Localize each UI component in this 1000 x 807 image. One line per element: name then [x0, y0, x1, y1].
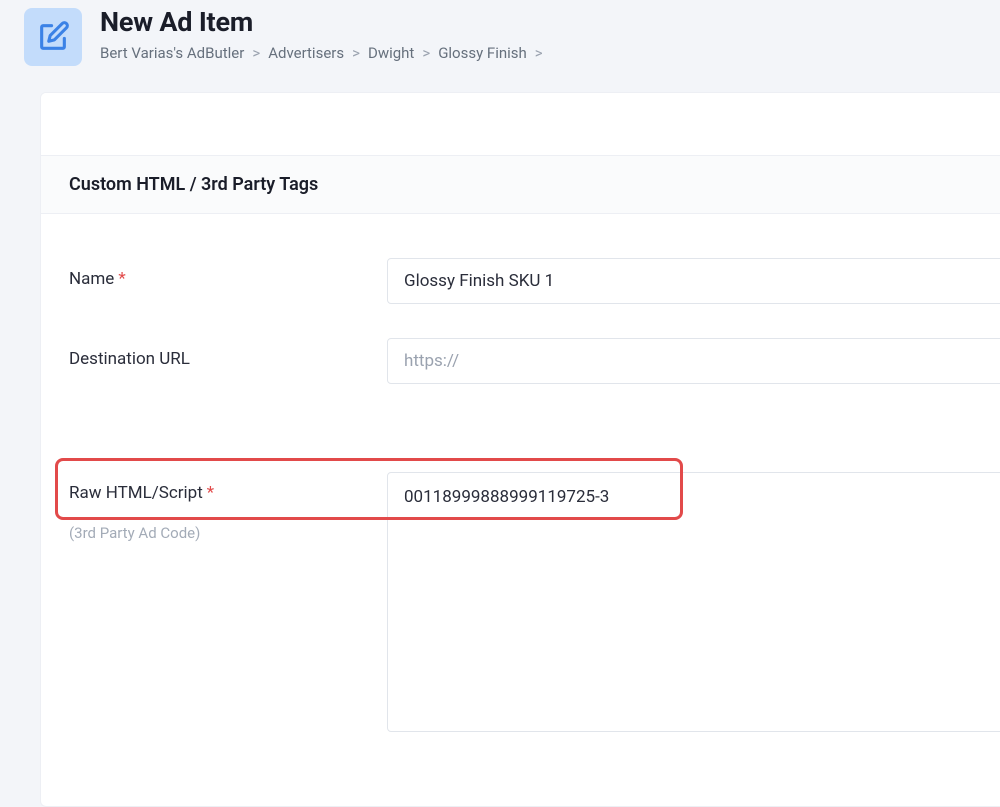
name-field[interactable] — [387, 258, 1000, 304]
breadcrumb: Bert Varias's AdButler > Advertisers > D… — [100, 44, 543, 62]
form-row-destination-url: Destination URL — [69, 338, 1000, 384]
breadcrumb-item[interactable]: Bert Varias's AdButler — [100, 44, 244, 62]
form-row-name: Name* — [69, 258, 1000, 304]
required-indicator: * — [207, 483, 214, 503]
breadcrumb-item[interactable]: Dwight — [368, 44, 414, 62]
chevron-right-icon: > — [535, 44, 543, 62]
form-row-raw-html: Raw HTML/Script* (3rd Party Ad Code) — [69, 472, 1000, 732]
destination-url-field[interactable] — [387, 338, 1000, 384]
breadcrumb-item[interactable]: Advertisers — [268, 44, 344, 62]
chevron-right-icon: > — [252, 44, 260, 62]
panel-spacer — [41, 93, 1000, 155]
form-body: Name* Destination URL Raw HTML/Script* (… — [41, 214, 1000, 806]
required-indicator: * — [118, 269, 125, 289]
chevron-right-icon: > — [352, 44, 360, 62]
chevron-right-icon: > — [422, 44, 430, 62]
raw-html-textarea[interactable] — [387, 472, 1000, 732]
name-label: Name* — [69, 258, 387, 290]
page-header: New Ad Item Bert Varias's AdButler > Adv… — [0, 0, 1000, 82]
edit-icon — [24, 8, 82, 66]
form-panel: Custom HTML / 3rd Party Tags Name* Desti… — [40, 92, 1000, 807]
raw-html-sublabel: (3rd Party Ad Code) — [69, 524, 387, 544]
destination-url-label: Destination URL — [69, 338, 387, 370]
section-heading: Custom HTML / 3rd Party Tags — [41, 155, 1000, 214]
page-title: New Ad Item — [100, 6, 543, 38]
breadcrumb-item[interactable]: Glossy Finish — [438, 44, 527, 62]
raw-html-label: Raw HTML/Script* (3rd Party Ad Code) — [69, 472, 387, 544]
